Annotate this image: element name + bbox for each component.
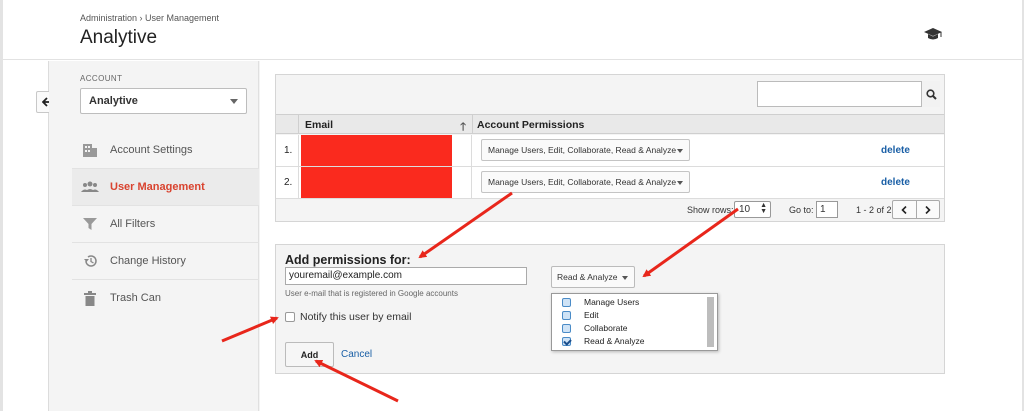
- left-rail: [3, 61, 48, 411]
- chevron-down-icon: [677, 181, 683, 185]
- nav-item-label: Account Settings: [110, 143, 193, 156]
- search-input[interactable]: [757, 81, 940, 107]
- history-icon: [81, 253, 99, 269]
- users-icon: [81, 179, 99, 195]
- admin-nav: ACCOUNT Analytive Account Settings User …: [49, 61, 259, 411]
- role-select[interactable]: Read & Analyze: [551, 266, 635, 288]
- role-option-edit[interactable]: Edit: [562, 310, 599, 320]
- redacted-email: [301, 135, 452, 166]
- role-option-collaborate[interactable]: Collaborate: [562, 323, 627, 333]
- permission-select[interactable]: Manage Users, Edit, Collaborate, Read & …: [481, 139, 690, 161]
- building-icon: [81, 142, 99, 158]
- delete-link[interactable]: delete: [881, 177, 910, 188]
- chevron-down-icon: [230, 99, 238, 104]
- email-help-text: User e-mail that is registered in Google…: [285, 289, 458, 298]
- breadcrumb[interactable]: Administration › User Management: [80, 13, 219, 23]
- chevron-left-icon: [901, 205, 907, 214]
- nav-item-account-settings[interactable]: Account Settings: [72, 131, 259, 168]
- chevron-right-icon: [925, 205, 931, 214]
- nav-item-change-history[interactable]: Change History: [72, 242, 259, 279]
- filter-icon: [81, 216, 99, 232]
- column-header-permissions: Account Permissions: [472, 115, 772, 134]
- email-cell: [298, 135, 472, 166]
- nav-item-user-management[interactable]: User Management: [72, 168, 259, 205]
- role-checkbox[interactable]: [562, 310, 571, 320]
- account-select[interactable]: Analytive: [80, 88, 247, 114]
- nav-item-label: Change History: [110, 255, 186, 267]
- page-header: Administration › User Management Analyti…: [3, 0, 1022, 60]
- users-table-panel: Email 🡑 Account Permissions 1. Manage Us…: [275, 74, 945, 222]
- table-header: Email 🡑 Account Permissions: [276, 114, 944, 134]
- nav-item-label: User Management: [110, 181, 205, 193]
- table-row: 2. Manage Users, Edit, Collaborate, Read…: [276, 167, 944, 199]
- table-row: 1. Manage Users, Edit, Collaborate, Read…: [276, 135, 944, 167]
- cancel-link[interactable]: Cancel: [341, 349, 372, 360]
- show-rows-label: Show rows:: [687, 205, 734, 215]
- page-title: Analytive: [80, 27, 158, 48]
- nav-item-trash-can[interactable]: Trash Can: [72, 279, 259, 316]
- show-rows-select[interactable]: 10 ▲ ▼: [734, 201, 771, 218]
- row-number: 2.: [284, 177, 293, 188]
- goto-label: Go to:: [789, 205, 814, 215]
- column-header-email[interactable]: Email 🡑: [298, 115, 472, 134]
- redacted-email: [301, 167, 452, 198]
- role-checkbox[interactable]: [562, 336, 571, 346]
- add-permissions-panel: Add permissions for: youremail@example.c…: [275, 244, 945, 374]
- graduation-cap-icon[interactable]: [923, 26, 943, 42]
- next-page-button[interactable]: [917, 201, 940, 218]
- role-option-read-analyze[interactable]: Read & Analyze: [562, 336, 644, 346]
- main-panel: Email 🡑 Account Permissions 1. Manage Us…: [260, 61, 1022, 411]
- notify-checkbox[interactable]: [285, 312, 295, 322]
- delete-link[interactable]: delete: [881, 145, 910, 156]
- add-permissions-title: Add permissions for:: [285, 253, 411, 267]
- role-options-list: Manage Users Edit Collaborate Read & Ana…: [551, 293, 718, 351]
- account-label: ACCOUNT: [80, 74, 123, 83]
- nav-item-label: All Filters: [110, 218, 156, 230]
- goto-input[interactable]: 1: [816, 201, 838, 218]
- chevron-down-icon: [677, 149, 683, 153]
- row-range: 1 - 2 of 2: [856, 205, 892, 215]
- account-select-value: Analytive: [89, 95, 138, 107]
- role-option-manage-users[interactable]: Manage Users: [562, 297, 639, 307]
- body-area: ACCOUNT Analytive Account Settings User …: [3, 61, 1022, 411]
- trash-icon: [81, 290, 99, 306]
- nav-item-label: Trash Can: [110, 292, 161, 304]
- previous-page-button[interactable]: [893, 201, 917, 218]
- nav-item-all-filters[interactable]: All Filters: [72, 205, 259, 242]
- search-icon: [925, 88, 937, 100]
- permission-select[interactable]: Manage Users, Edit, Collaborate, Read & …: [481, 171, 690, 193]
- chevron-down-icon: [622, 276, 628, 280]
- search-button[interactable]: [921, 81, 940, 107]
- notify-option[interactable]: Notify this user by email: [285, 311, 411, 323]
- role-checkbox[interactable]: [562, 297, 571, 307]
- email-field[interactable]: youremail@example.com: [285, 267, 527, 285]
- table-pager: Show rows: 10 ▲ ▼ Go to: 1 1 - 2 of 2: [276, 199, 944, 221]
- notify-label: Notify this user by email: [300, 311, 412, 323]
- email-cell: [298, 167, 472, 198]
- row-number: 1.: [284, 145, 293, 156]
- page-nav: [892, 200, 940, 219]
- stepper-arrows-icon: ▲ ▼: [760, 202, 767, 215]
- role-checkbox[interactable]: [562, 323, 571, 333]
- add-button[interactable]: Add: [285, 342, 334, 367]
- role-list-scrollbar[interactable]: [707, 297, 714, 347]
